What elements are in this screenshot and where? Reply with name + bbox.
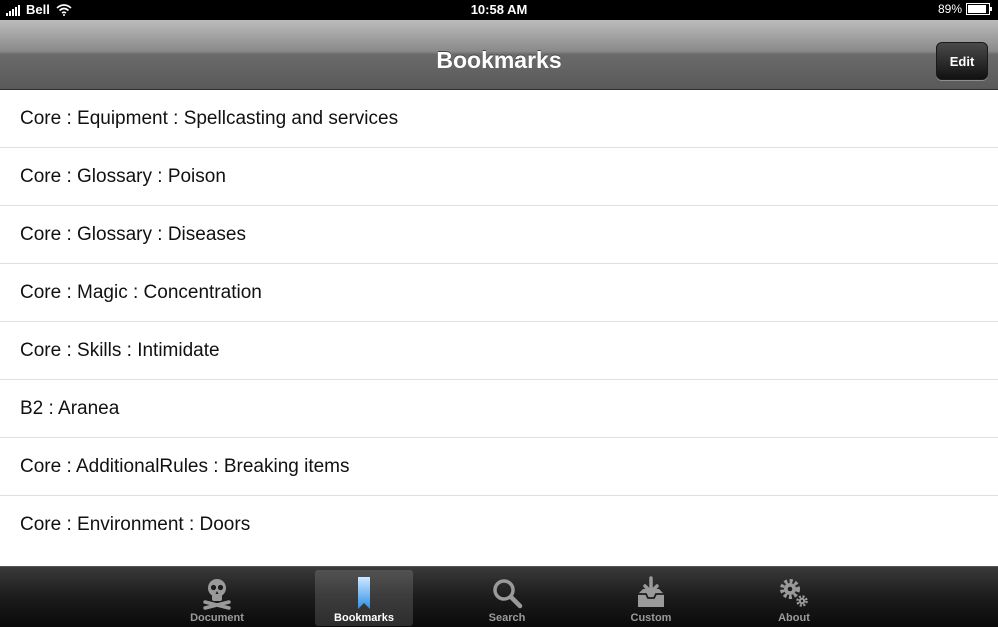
page-title: Bookmarks xyxy=(436,47,562,73)
search-icon xyxy=(493,579,523,609)
tab-label: Document xyxy=(190,612,244,624)
edit-button[interactable]: Edit xyxy=(936,42,988,80)
tab-bar: Document Bookmarks Search Custom About xyxy=(0,566,998,627)
tab-label: Search xyxy=(488,612,526,624)
bookmark-item[interactable]: Core : AdditionalRules : Breaking items xyxy=(0,438,998,496)
status-right: 89% xyxy=(937,2,992,16)
navigation-bar: Bookmarks Edit xyxy=(0,20,998,90)
tab-label: Custom xyxy=(630,612,672,624)
bookmark-item[interactable]: Core : Equipment : Spellcasting and serv… xyxy=(0,90,998,148)
tab-label: Bookmarks xyxy=(334,612,394,624)
tab-bookmarks[interactable]: Bookmarks xyxy=(315,570,413,626)
bookmark-item[interactable]: Core : Glossary : Poison xyxy=(0,148,998,206)
tab-custom[interactable]: Custom xyxy=(602,570,700,626)
tab-search[interactable]: Search xyxy=(458,570,556,626)
status-bar: Bell 10:58 AM 89% xyxy=(0,0,998,20)
tab-about[interactable]: About xyxy=(745,570,843,626)
battery-fill xyxy=(968,5,986,13)
inbox-download-icon xyxy=(638,576,664,607)
bookmark-item[interactable]: Core : Magic : Concentration xyxy=(0,264,998,322)
skull-crossbones-icon xyxy=(203,579,231,610)
bookmark-item[interactable]: B2 : Aranea xyxy=(0,380,998,438)
battery-icon xyxy=(966,3,992,15)
bookmark-item[interactable]: Core : Skills : Intimidate xyxy=(0,322,998,380)
bookmark-item[interactable]: Core : Glossary : Diseases xyxy=(0,206,998,264)
bookmark-item[interactable]: Core : Environment : Doors xyxy=(0,496,998,553)
battery-percent: 89% xyxy=(937,2,962,16)
bookmark-list: Core : Equipment : Spellcasting and serv… xyxy=(0,90,998,553)
bookmark-icon xyxy=(358,577,370,609)
status-time: 10:58 AM xyxy=(470,2,528,17)
tab-document[interactable]: Document xyxy=(168,570,266,626)
gears-icon xyxy=(780,579,808,607)
tab-label: About xyxy=(778,612,810,624)
